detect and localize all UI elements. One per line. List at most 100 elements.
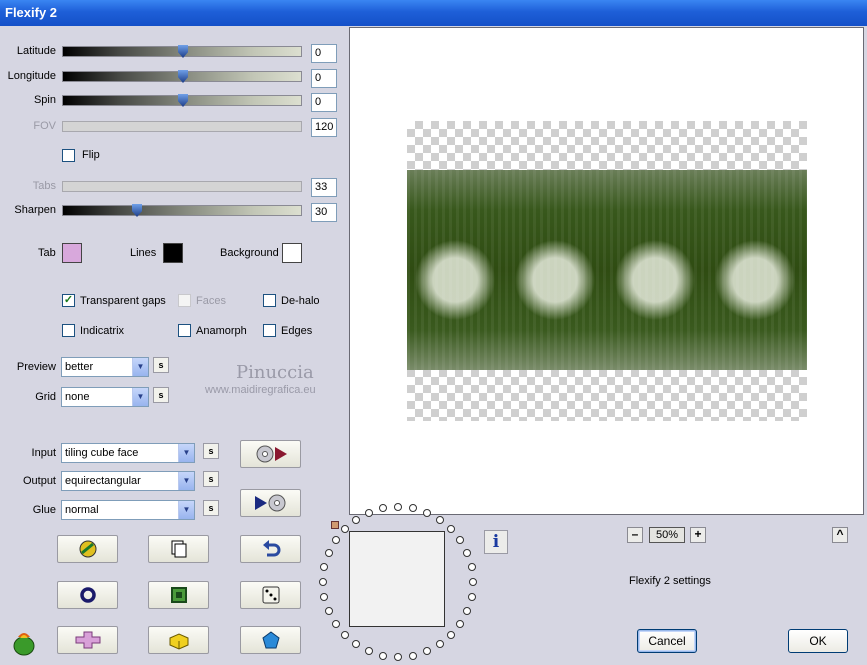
sharpen-input[interactable]: 30 bbox=[311, 203, 337, 222]
dial-dot[interactable] bbox=[340, 524, 349, 533]
tab-color-label: Tab bbox=[38, 247, 56, 259]
dial-dot[interactable] bbox=[422, 508, 431, 517]
cross-button[interactable] bbox=[57, 626, 118, 654]
chevron-down-icon[interactable]: ▼ bbox=[178, 501, 194, 519]
fov-input[interactable]: 120 bbox=[311, 118, 337, 137]
dial-dot[interactable] bbox=[469, 578, 477, 586]
grid-s-button[interactable]: s bbox=[153, 387, 169, 403]
dial-handle[interactable] bbox=[331, 521, 339, 529]
spin-slider[interactable] bbox=[62, 94, 302, 107]
glue-label: Glue bbox=[32, 504, 56, 516]
dial-dot[interactable] bbox=[463, 606, 472, 615]
dial-dot[interactable] bbox=[447, 524, 456, 533]
longitude-slider[interactable] bbox=[62, 70, 302, 83]
orientation-preview[interactable] bbox=[349, 531, 445, 627]
chevron-down-icon[interactable]: ▼ bbox=[178, 444, 194, 462]
chevron-down-icon[interactable]: ▼ bbox=[178, 472, 194, 490]
ring-icon bbox=[79, 587, 96, 603]
dial-dot[interactable] bbox=[324, 606, 333, 615]
dial-dot[interactable] bbox=[456, 619, 465, 628]
copy-button[interactable] bbox=[148, 535, 209, 563]
indicatrix-checkbox[interactable] bbox=[62, 324, 75, 337]
convert-input-button[interactable] bbox=[240, 440, 301, 468]
lines-color-label: Lines bbox=[130, 247, 157, 259]
latitude-slider[interactable] bbox=[62, 45, 302, 58]
transparent-gaps-label: Transparent gaps bbox=[80, 295, 166, 307]
glue-s-button[interactable]: s bbox=[203, 500, 219, 516]
flip-checkbox[interactable] bbox=[62, 149, 75, 162]
dial-dot[interactable] bbox=[435, 515, 444, 524]
spin-thumb[interactable] bbox=[178, 94, 188, 107]
cancel-button[interactable]: Cancel bbox=[637, 629, 697, 653]
dial-dot[interactable] bbox=[435, 640, 444, 649]
output-select-value: equirectangular bbox=[65, 475, 141, 487]
preview-s-button[interactable]: s bbox=[153, 357, 169, 373]
chevron-down-icon[interactable]: ▼ bbox=[132, 358, 148, 376]
transparent-gaps-checkbox[interactable]: ✓ bbox=[62, 294, 75, 307]
dice-button[interactable] bbox=[240, 581, 301, 609]
lines-color-swatch[interactable] bbox=[163, 243, 183, 263]
dehalo-checkbox[interactable] bbox=[263, 294, 276, 307]
edges-checkbox[interactable] bbox=[263, 324, 276, 337]
ok-button[interactable]: OK bbox=[788, 629, 848, 653]
zoom-in-button[interactable]: + bbox=[690, 527, 706, 543]
input-select[interactable]: tiling cube face ▼ bbox=[61, 443, 195, 463]
tab-color-swatch[interactable] bbox=[62, 243, 82, 263]
glue-select-value: normal bbox=[65, 504, 99, 516]
dial-dot[interactable] bbox=[365, 647, 374, 656]
dial-dot[interactable] bbox=[320, 592, 329, 601]
brick-button[interactable] bbox=[148, 626, 209, 654]
input-s-button[interactable]: s bbox=[203, 443, 219, 459]
chevron-down-icon[interactable]: ▼ bbox=[132, 388, 148, 406]
longitude-thumb[interactable] bbox=[178, 70, 188, 83]
input-select-value: tiling cube face bbox=[65, 447, 139, 459]
dial-dot[interactable] bbox=[394, 653, 402, 661]
undo-button[interactable] bbox=[240, 535, 301, 563]
dial-dot[interactable] bbox=[467, 592, 476, 601]
pentagon-button[interactable] bbox=[240, 626, 301, 654]
dial-dot[interactable] bbox=[379, 651, 388, 660]
dial-dot[interactable] bbox=[394, 503, 402, 511]
dial-dot[interactable] bbox=[456, 536, 465, 545]
dial-dot[interactable] bbox=[447, 631, 456, 640]
collapse-up-button[interactable]: ^ bbox=[832, 527, 848, 543]
tabs-input[interactable]: 33 bbox=[311, 178, 337, 197]
dial-dot[interactable] bbox=[365, 508, 374, 517]
dial-dot[interactable] bbox=[467, 563, 476, 572]
convert-output-button[interactable] bbox=[240, 489, 301, 517]
ring-button[interactable] bbox=[57, 581, 118, 609]
dial-dot[interactable] bbox=[331, 619, 340, 628]
fov-slider[interactable] bbox=[62, 121, 302, 132]
dial-dot[interactable] bbox=[324, 549, 333, 558]
dial-dot[interactable] bbox=[319, 578, 327, 586]
dial-dot[interactable] bbox=[352, 640, 361, 649]
dial-dot[interactable] bbox=[320, 563, 329, 572]
spin-input[interactable]: 0 bbox=[311, 93, 337, 112]
anamorph-checkbox[interactable] bbox=[178, 324, 191, 337]
zoom-out-button[interactable]: – bbox=[627, 527, 643, 543]
dial-dot[interactable] bbox=[340, 631, 349, 640]
longitude-input[interactable]: 0 bbox=[311, 69, 337, 88]
glue-select[interactable]: normal ▼ bbox=[61, 500, 195, 520]
dial-dot[interactable] bbox=[352, 515, 361, 524]
info-button[interactable]: i bbox=[484, 530, 508, 554]
square-button[interactable] bbox=[148, 581, 209, 609]
title-bar: Flexify 2 bbox=[0, 0, 867, 26]
randomize-button[interactable] bbox=[57, 535, 118, 563]
dial-dot[interactable] bbox=[331, 536, 340, 545]
output-s-button[interactable]: s bbox=[203, 471, 219, 487]
tabs-slider[interactable] bbox=[62, 181, 302, 192]
dial-dot[interactable] bbox=[463, 549, 472, 558]
dehalo-label: De-halo bbox=[281, 295, 320, 307]
faces-checkbox[interactable] bbox=[178, 294, 191, 307]
latitude-input[interactable]: 0 bbox=[311, 44, 337, 63]
background-color-swatch[interactable] bbox=[282, 243, 302, 263]
latitude-thumb[interactable] bbox=[178, 45, 188, 58]
output-select[interactable]: equirectangular ▼ bbox=[61, 471, 195, 491]
dial-dot[interactable] bbox=[408, 651, 417, 660]
sharpen-thumb[interactable] bbox=[132, 204, 142, 217]
dial-dot[interactable] bbox=[422, 647, 431, 656]
grid-select[interactable]: none ▼ bbox=[61, 387, 149, 407]
preview-select[interactable]: better ▼ bbox=[61, 357, 149, 377]
sharpen-slider[interactable] bbox=[62, 204, 302, 217]
